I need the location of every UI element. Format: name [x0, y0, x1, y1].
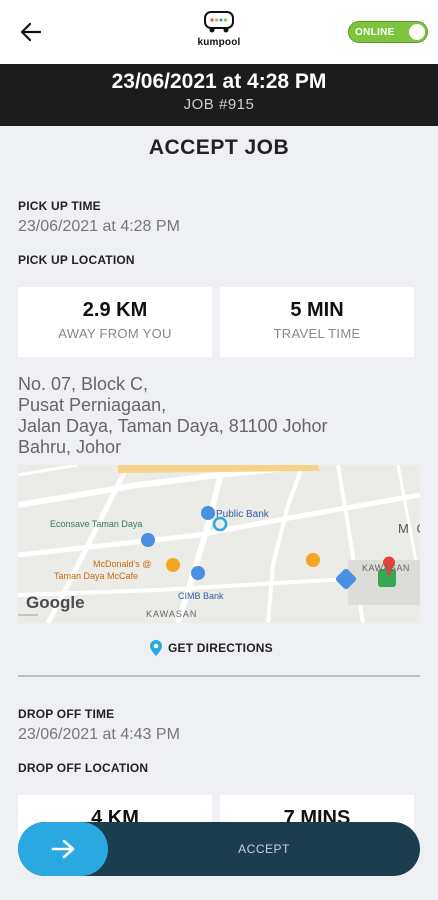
accept-label: ACCEPT — [238, 842, 290, 856]
accept-slider-handle[interactable] — [18, 822, 108, 876]
pickup-travel-value: 5 MIN — [290, 299, 344, 321]
address-line: Jalan Daya, Taman Daya, 81100 Johor — [18, 416, 328, 436]
online-toggle-label: ONLINE — [355, 26, 395, 38]
online-toggle[interactable]: ONLINE — [348, 21, 428, 43]
map-label-cimb: CIMB Bank — [178, 591, 224, 601]
map-label-mc: M C — [398, 521, 420, 536]
job-header: 23/06/2021 at 4:28 PM JOB #915 — [0, 64, 438, 126]
google-attribution: Google — [26, 593, 85, 612]
pickup-time-label: PICK UP TIME — [18, 199, 101, 213]
map-label-mccafe: Taman Daya McCafe — [54, 571, 139, 581]
job-datetime: 23/06/2021 at 4:28 PM — [111, 70, 327, 93]
back-button[interactable] — [14, 16, 48, 48]
pickup-distance-value: 2.9 KM — [82, 299, 148, 321]
address-line: No. 07, Block C, — [18, 374, 149, 394]
arrow-left-icon — [21, 23, 41, 41]
dropoff-location-label: DROP OFF LOCATION — [18, 761, 149, 775]
get-directions-label: GET DIRECTIONS — [168, 641, 273, 655]
pickup-distance-card: 2.9 KM AWAY FROM YOU — [18, 287, 212, 357]
location-pin-icon — [150, 640, 162, 656]
logo-text: kumpool — [197, 37, 241, 48]
section-divider — [18, 675, 420, 677]
map-label-econsave: Econsave Taman Daya — [50, 519, 143, 529]
address-line: Bahru, Johor — [18, 437, 122, 457]
accept-slider[interactable]: ACCEPT — [18, 822, 420, 876]
get-directions-button[interactable]: GET DIRECTIONS — [150, 638, 273, 658]
kumpool-logo: kumpool — [189, 10, 249, 54]
top-bar: kumpool ONLINE — [0, 0, 438, 64]
map-label-kawasan-right: KAWASAN — [362, 563, 410, 573]
map-label-public-bank: Public Bank — [216, 509, 269, 520]
address-line: Pusat Perniagaan, — [18, 395, 167, 415]
arrow-right-icon — [51, 839, 75, 859]
pickup-travel-card: 5 MIN TRAVEL TIME — [220, 287, 414, 357]
map-label-kawasan: KAWASAN — [146, 609, 198, 619]
dropoff-time-label: DROP OFF TIME — [18, 707, 115, 721]
pickup-time-value: 23/06/2021 at 4:28 PM — [18, 218, 180, 235]
bus-logo-icon — [204, 11, 234, 33]
job-number: JOB #915 — [183, 96, 255, 113]
pickup-distance-caption: AWAY FROM YOU — [58, 326, 172, 341]
toggle-knob — [409, 24, 425, 40]
pickup-location-label: PICK UP LOCATION — [18, 253, 135, 267]
pickup-travel-caption: TRAVEL TIME — [273, 326, 361, 341]
pickup-address: No. 07, Block C, Pusat Perniagaan, Jalan… — [18, 374, 418, 458]
pickup-map[interactable]: Econsave Taman Daya Public Bank McDonald… — [18, 465, 420, 623]
page-title: ACCEPT JOB — [148, 136, 290, 159]
dropoff-time-value: 23/06/2021 at 4:43 PM — [18, 726, 180, 743]
map-label-mcdonalds: McDonald's @ — [93, 559, 152, 569]
